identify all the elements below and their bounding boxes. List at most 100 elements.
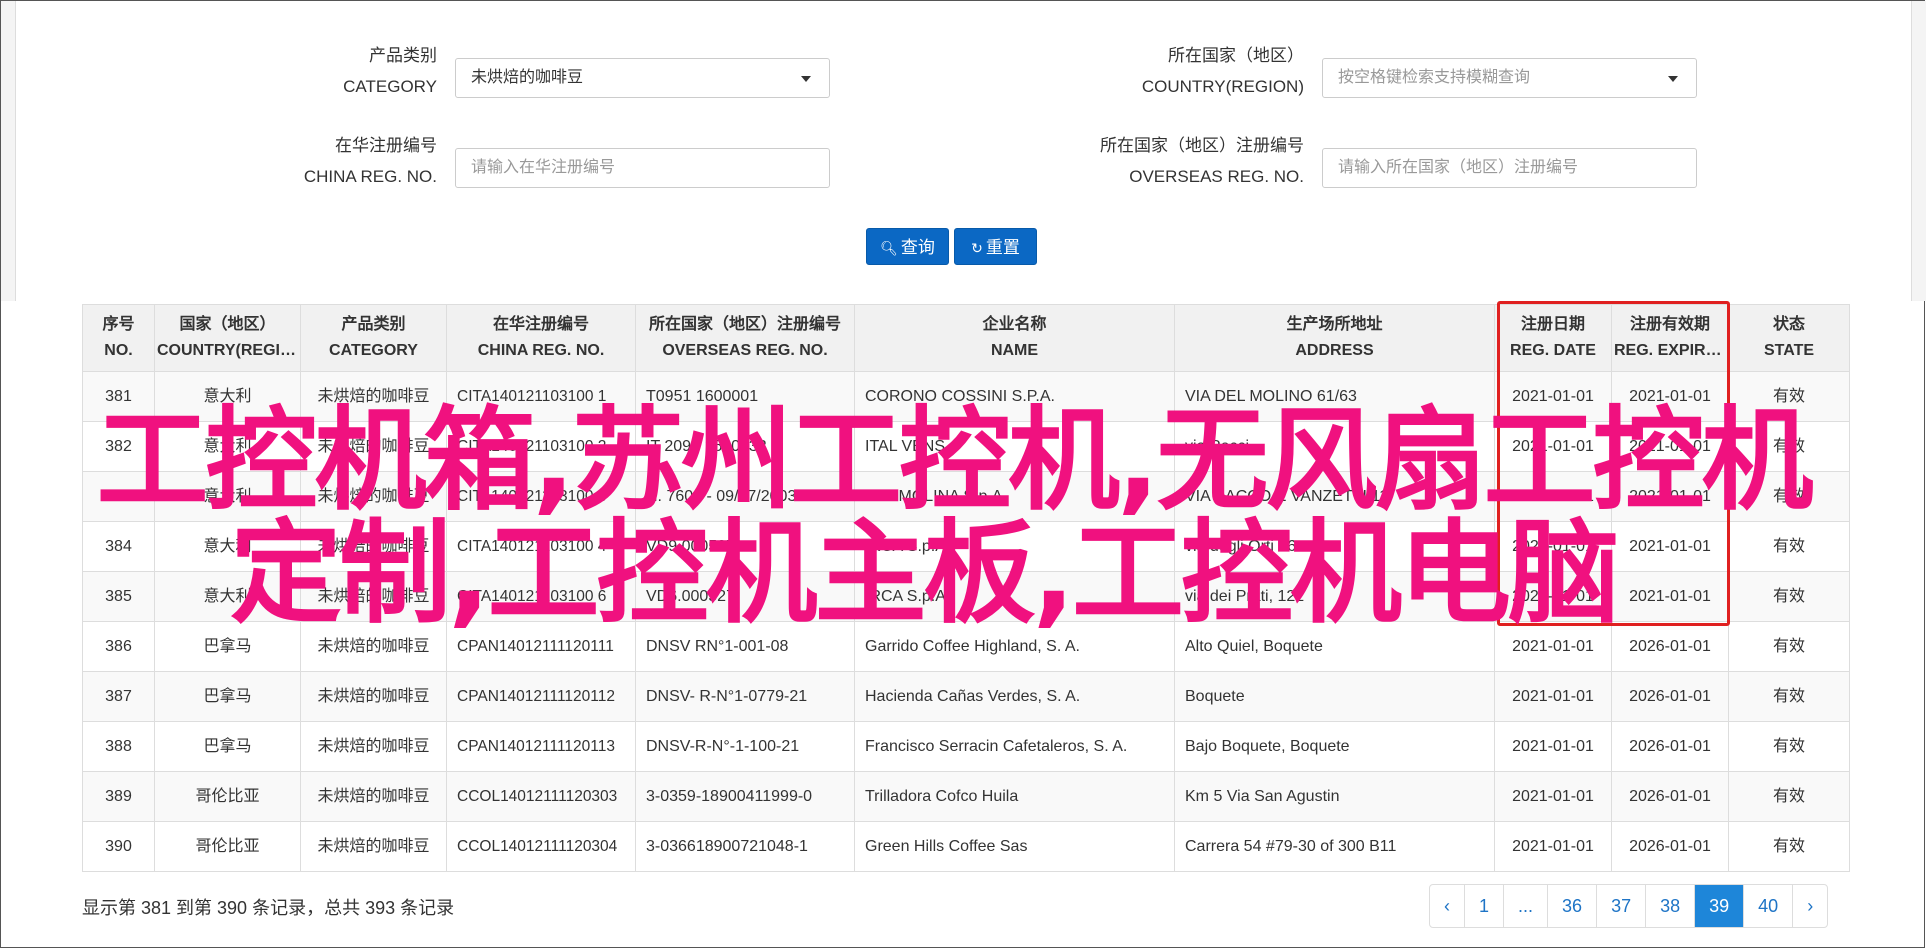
table-cell: 意大利 [154,471,301,522]
search-button[interactable]: 🔍︎ 查询 [866,228,949,265]
pagination: ‹ 1... 36 37 38 39 40 › [1429,884,1829,928]
next-page-button[interactable]: › [1792,885,1827,927]
column-header-en: NO. [104,342,133,359]
table-cell: CITA140121103100 1 [446,371,636,422]
table-cell: 未烘焙的咖啡豆 [300,621,447,672]
page-button[interactable]: 37 [1596,885,1645,927]
table-cell: 未烘焙的咖啡豆 [300,471,447,522]
table-row[interactable]: 386 巴拿马 未烘焙的咖啡豆 CPAN14012111120111 DNSV RN°1… [82,621,1850,672]
column-header-en: OVERSEAS REG. NO. [662,342,828,359]
reset-button[interactable]: ↻ 重置 [954,228,1037,265]
table-cell: 未烘焙的咖啡豆 [300,771,447,822]
table-cell: Garrido Coffee Highland, S. A. [854,621,1175,672]
table-cell: DNSV-R-N°-1-100-21 [635,721,855,772]
column-header[interactable]: 序号 NO. [82,304,155,372]
china-reg-placeholder: 请输入在华注册编号 [471,159,616,176]
china-reg-input[interactable]: 请输入在华注册编号 [455,148,830,188]
category-selected-value: 未烘焙的咖啡豆 [471,69,584,86]
table-cell: 巴拿马 [154,621,301,672]
table-cell: DNSV- R-N°1-0779-21 [635,671,855,722]
chevron-down-icon [801,76,811,82]
column-header[interactable]: 产品类别 CATEGORY [300,304,447,372]
table-cell: 意大利 [154,421,301,472]
left-scroll-strip [1,1,16,301]
table-cell: 意大利 [154,571,301,622]
refresh-icon: ↻ [971,240,983,256]
column-header-cn: 序号 [102,316,135,333]
page-button[interactable]: 38 [1645,885,1694,927]
column-header[interactable]: 状态 STATE [1728,304,1850,372]
table-cell: Trilladora Cofco Huila [854,771,1175,822]
table-cell: 哥伦比亚 [154,771,301,822]
table-cell: 有效 [1728,371,1850,422]
table-row[interactable]: 389 哥伦比亚 未烘焙的咖啡豆 CCOL14012111120303 3-0359-1… [82,771,1850,822]
table-cell: 383 [82,471,155,522]
table-cell: 384 [82,521,155,572]
page-button[interactable]: 36 [1547,885,1596,927]
chevron-down-icon [1668,76,1678,82]
category-select[interactable]: 未烘焙的咖啡豆 [455,58,830,98]
table-cell: 未烘焙的咖啡豆 [300,721,447,772]
page-button[interactable]: 40 [1743,885,1792,927]
table-cell: CITA140121103100 4 [446,521,636,572]
column-header-en: NAME [990,342,1039,359]
table-cell: VD6.000527 [635,571,855,622]
table-cell: 2021-01-01 [1494,721,1612,772]
table-row[interactable]: 388 巴拿马 未烘焙的咖啡豆 CPAN14012111120113 DNSV-R-N°… [82,721,1850,772]
table-cell: 巴拿马 [154,671,301,722]
table-cell: CORONO COSSINI S.P.A. [854,371,1175,422]
right-scroll-strip [1911,1,1926,301]
page-button[interactable]: 39 [1694,885,1744,927]
table-cell: CPAN14012111120111 [446,621,636,672]
table-cell: 390 [82,821,155,872]
column-header-cn: 国家（地区） [179,316,276,333]
column-header-cn: 状态 [1772,316,1805,333]
column-header-en: CHINA REG. NO. [477,342,605,359]
table-cell: Francisco Serracin Cafetaleros, S. A. [854,721,1175,772]
table-cell: 有效 [1728,671,1850,722]
table-cell: 2021-01-01 [1494,771,1612,822]
country-select[interactable]: 按空格键检索支持模糊查询 [1322,58,1697,98]
page-button[interactable]: 1 [1464,885,1503,927]
record-summary: 显示第 381 到第 390 条记录，总共 393 条记录 [82,898,455,918]
table-cell: via Pecci [1174,421,1495,472]
table-cell: TORMOLINA S.p.A. [854,471,1175,522]
table-cell: 有效 [1728,571,1850,622]
table-cell: 3-036618900721048-1 [635,821,855,872]
table-cell: 2026-01-01 [1611,821,1729,872]
table-row[interactable]: 387 巴拿马 未烘焙的咖啡豆 CPAN14012111120112 DNSV- R-N… [82,671,1850,722]
table-cell: Alto Quiel, Boquete [1174,621,1495,672]
table-cell: 386 [82,621,155,672]
table-cell: 巴拿马 [154,721,301,772]
table-cell: via degli Orti 16 [1174,521,1495,572]
column-header-cn: 产品类别 [341,316,406,333]
column-header[interactable]: 所在国家（地区）注册编号 OVERSEAS REG. NO. [635,304,855,372]
page-button[interactable]: ... [1503,885,1547,927]
overseas-reg-input[interactable]: 请输入所在国家（地区）注册编号 [1322,148,1697,188]
column-header[interactable]: 国家（地区） COUNTRY(REGION) [154,304,301,372]
column-header[interactable]: 生产场所地址 ADDRESS [1174,304,1495,372]
table-cell: Bajo Boquete, Boquete [1174,721,1495,772]
table-cell: 2021-01-01 [1494,671,1612,722]
column-header-cn: 企业名称 [982,316,1047,333]
table-cell: 2026-01-01 [1611,621,1729,672]
table-cell: 387 [82,671,155,722]
prev-page-button[interactable]: ‹ [1430,885,1464,927]
table-cell: 意大利 [154,371,301,422]
table-cell: 389 [82,771,155,822]
column-header-en: ADDRESS [1295,342,1374,359]
table-cell: CCOL14012111120303 [446,771,636,822]
table-cell: N. 7603 - 09/07/2003 [635,471,855,522]
table-cell: 有效 [1728,421,1850,472]
column-header-cn: 所在国家（地区）注册编号 [648,316,841,333]
table-cell: DNSV RN°1-001-08 [635,621,855,672]
table-cell: IRCA S.p.A. [854,521,1175,572]
column-header[interactable]: 企业名称 NAME [854,304,1175,372]
search-button-label: 查询 [900,238,935,257]
table-cell: 有效 [1728,471,1850,522]
table-row[interactable]: 390 哥伦比亚 未烘焙的咖啡豆 CCOL14012111120304 3-036618… [82,821,1850,872]
column-header[interactable]: 在华注册编号 CHINA REG. NO. [446,304,636,372]
overseas-reg-label: 所在国家（地区）注册编号 OVERSEAS REG. NO. [1100,136,1304,186]
country-placeholder: 按空格键检索支持模糊查询 [1338,69,1531,86]
table-cell: CPAN14012111120112 [446,671,636,722]
